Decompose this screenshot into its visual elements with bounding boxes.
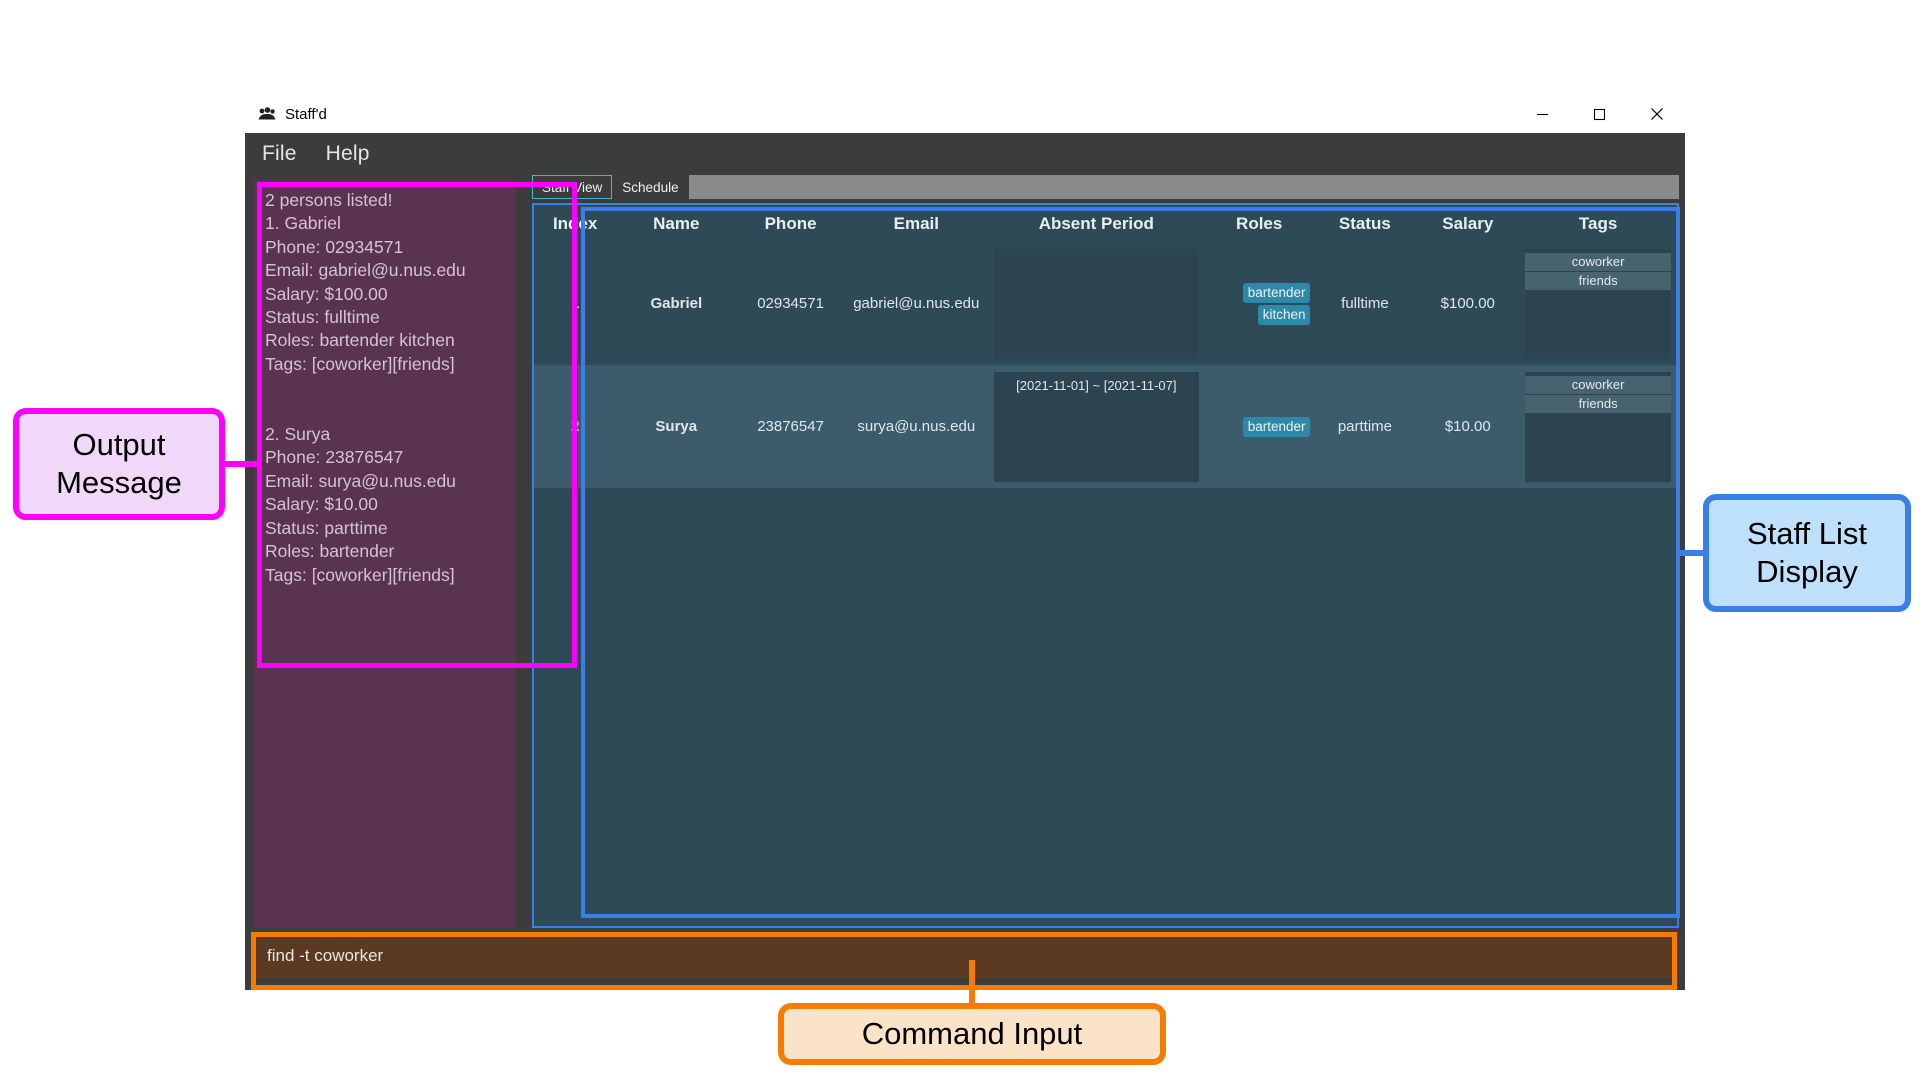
annotation-connectors: [222, 461, 1703, 1003]
annotation-command-input-label: Command Input: [861, 1016, 1083, 1051]
annotation-staff-list-line2: Display: [1756, 554, 1858, 589]
annotation-output-message: Output Message: [13, 408, 225, 520]
annotation-output-message-line1: Output: [72, 427, 166, 462]
annotation-staff-list-line1: Staff List: [1746, 516, 1868, 551]
annotation-command-input: Command Input: [778, 1003, 1166, 1065]
annotation-staff-list-display: Staff List Display: [1703, 494, 1911, 612]
annotation-output-message-line2: Message: [56, 465, 182, 500]
screenshot-root: Staff'd File Help 2 persons listed! 1. G…: [0, 0, 1920, 1080]
